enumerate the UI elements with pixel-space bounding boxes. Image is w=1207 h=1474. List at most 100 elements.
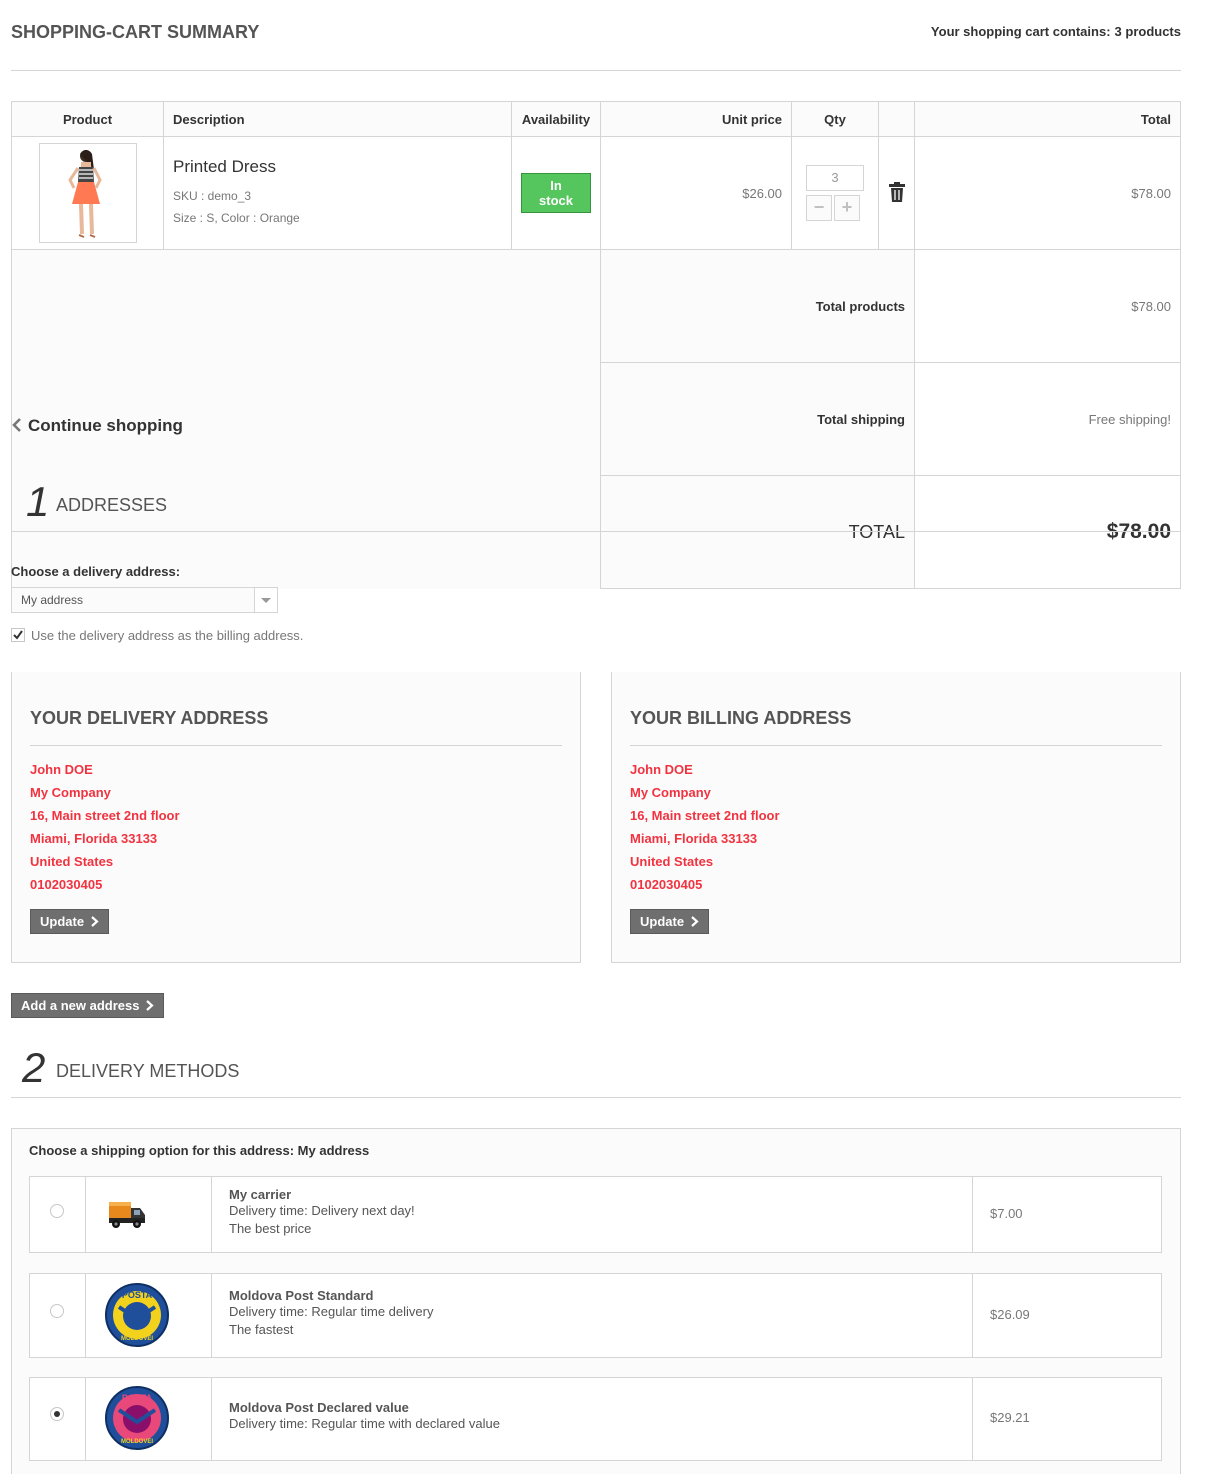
totals-row-products: Total products $78.00 <box>11 249 1181 589</box>
step-number-1: 1 <box>26 478 50 525</box>
cart-summary-header: Shopping-cart summary Your shopping cart… <box>11 0 1181 71</box>
carrier-radio[interactable] <box>50 1204 64 1218</box>
divider <box>630 745 1162 746</box>
chevron-right-icon <box>690 916 699 927</box>
in-stock-badge: In stock <box>521 173 591 213</box>
carrier-delivery-time: Delivery time: Delivery next day! <box>229 1203 415 1218</box>
dress-model-image <box>67 150 102 238</box>
addresses-step-heading: 1 Addresses <box>26 478 167 528</box>
update-delivery-address-button[interactable]: Update <box>30 909 109 934</box>
grand-total-label: TOTAL <box>600 475 915 589</box>
column-header-product: Product <box>11 101 164 137</box>
addresses-title: Addresses <box>56 495 168 515</box>
billing-city: Miami, Florida 33133 <box>630 831 758 846</box>
selected-address: My address <box>21 593 84 607</box>
delivery-company: My Company <box>30 785 111 800</box>
trash-icon[interactable] <box>888 181 905 202</box>
quantity-increase-button[interactable]: + <box>834 195 860 221</box>
column-header-total: Total <box>914 101 1181 137</box>
add-new-address-button[interactable]: Add a new address <box>11 993 165 1018</box>
cart-table: Product Description Availability Unit pr… <box>11 101 1181 589</box>
posta-moldovei-logo: POSTA MOLDOVEI <box>105 1386 169 1450</box>
cart-count-prefix: Your shopping cart contains: <box>930 24 1111 39</box>
logo-text-top: POSTA <box>122 1290 153 1300</box>
carrier-option-moldova-post-standard[interactable]: POSTA MOLDOVEI Moldova Post Standard Del… <box>29 1273 1162 1358</box>
update-label: Update <box>40 914 85 929</box>
product-image[interactable] <box>38 143 137 243</box>
plus-icon: + <box>841 197 853 217</box>
grand-total-value: $78.00 <box>914 475 1181 589</box>
delivery-address-box: Your delivery address John DOE My Compan… <box>11 672 581 963</box>
billing-address-title: Your billing address <box>630 708 852 728</box>
chevron-right-icon <box>90 916 99 927</box>
qty-cell: 3 − + <box>791 136 879 250</box>
page-title: Shopping-cart summary <box>11 22 260 42</box>
carrier-option-moldova-post-declared-value[interactable]: POSTA MOLDOVEI Moldova Post Declared val… <box>29 1377 1162 1461</box>
line-total: $78.00 <box>914 136 1181 250</box>
divider <box>11 1097 1181 1098</box>
total-products-label: Total products <box>600 249 915 363</box>
step-number-2: 2 <box>22 1044 46 1091</box>
carrier-option-my-carrier[interactable]: My carrier Delivery time: Delivery next … <box>29 1176 1162 1253</box>
carrier-name: My carrier <box>229 1187 292 1202</box>
truck-icon <box>109 1202 145 1228</box>
delivery-methods-title: Delivery methods <box>56 1061 240 1081</box>
availability-cell: In stock <box>511 136 601 250</box>
quantity-decrease-button[interactable]: − <box>806 195 832 221</box>
delivery-name: John DOE <box>30 762 93 777</box>
carrier-info-cell: My carrier Delivery time: Delivery next … <box>211 1177 973 1252</box>
cart-count-value: 3 products <box>1114 24 1181 39</box>
carrier-tagline: The fastest <box>229 1322 294 1337</box>
posta-moldovei-logo: POSTA MOLDOVEI <box>105 1283 169 1347</box>
column-header-delete <box>878 101 915 137</box>
delete-cell <box>878 136 915 250</box>
delivery-country: United States <box>30 854 114 869</box>
delivery-address-select[interactable]: My address <box>11 587 278 613</box>
carrier-price: $29.21 <box>990 1410 1030 1425</box>
same-billing-option[interactable]: Use the delivery address as the billing … <box>11 628 303 643</box>
continue-shopping-label: Continue shopping <box>28 416 183 435</box>
total-shipping-label: Total shipping <box>600 362 915 476</box>
billing-company: My Company <box>630 785 711 800</box>
delivery-address-lines: John DOE My Company 16, Main street 2nd … <box>30 758 180 896</box>
carrier-delivery-time: Delivery time: Regular time delivery <box>229 1304 434 1319</box>
carrier-delivery-time: Delivery time: Regular time with declare… <box>229 1416 500 1431</box>
add-new-address-label: Add a new address <box>21 998 140 1013</box>
logo-text-top: POSTA <box>122 1393 153 1403</box>
delivery-street: 16, Main street 2nd floor <box>30 808 180 823</box>
product-sku: SKU : demo_3 <box>173 189 252 203</box>
product-name-link[interactable]: Printed Dress <box>173 157 502 177</box>
carrier-radio-selected[interactable] <box>50 1407 64 1421</box>
carrier-logo-cell: POSTA MOLDOVEI <box>85 1378 212 1460</box>
continue-shopping-link[interactable]: Continue shopping <box>11 416 183 436</box>
billing-phone: 0102030405 <box>630 877 703 892</box>
divider <box>30 745 562 746</box>
cart-count: Your shopping cart contains: 3 products <box>931 24 1181 39</box>
minus-icon: − <box>813 197 825 217</box>
product-image-cell <box>11 136 164 250</box>
column-header-description: Description <box>163 101 512 137</box>
delivery-phone: 0102030405 <box>30 877 103 892</box>
carrier-radio[interactable] <box>50 1304 64 1318</box>
carrier-radio-cell <box>30 1274 86 1357</box>
same-billing-checkbox[interactable] <box>11 628 25 642</box>
billing-street: 16, Main street 2nd floor <box>630 808 780 823</box>
carrier-info-cell: Moldova Post Standard Delivery time: Reg… <box>211 1274 973 1357</box>
total-products-value: $78.00 <box>914 249 1181 363</box>
billing-country: United States <box>630 854 714 869</box>
carrier-price: $7.00 <box>990 1206 1023 1221</box>
carrier-logo-cell <box>85 1177 212 1252</box>
carrier-logo-cell: POSTA MOLDOVEI <box>85 1274 212 1357</box>
quantity-input[interactable]: 3 <box>806 165 864 191</box>
carrier-price: $26.09 <box>990 1307 1030 1322</box>
update-billing-address-button[interactable]: Update <box>630 909 709 934</box>
logo-text-bottom: MOLDOVEI <box>121 1336 153 1342</box>
carrier-info-cell: Moldova Post Declared value Delivery tim… <box>211 1378 973 1460</box>
shipping-option-label: Choose a shipping option for this addres… <box>29 1143 370 1158</box>
product-attributes: Size : S, Color : Orange <box>173 211 300 225</box>
select-arrow[interactable] <box>254 588 277 612</box>
chevron-right-icon <box>146 1000 154 1011</box>
product-description-cell: Printed Dress SKU : demo_3 Size : S, Col… <box>163 136 512 250</box>
delivery-step-heading: 2 Delivery methods <box>22 1044 239 1094</box>
carrier-name: Moldova Post Standard <box>229 1288 374 1303</box>
